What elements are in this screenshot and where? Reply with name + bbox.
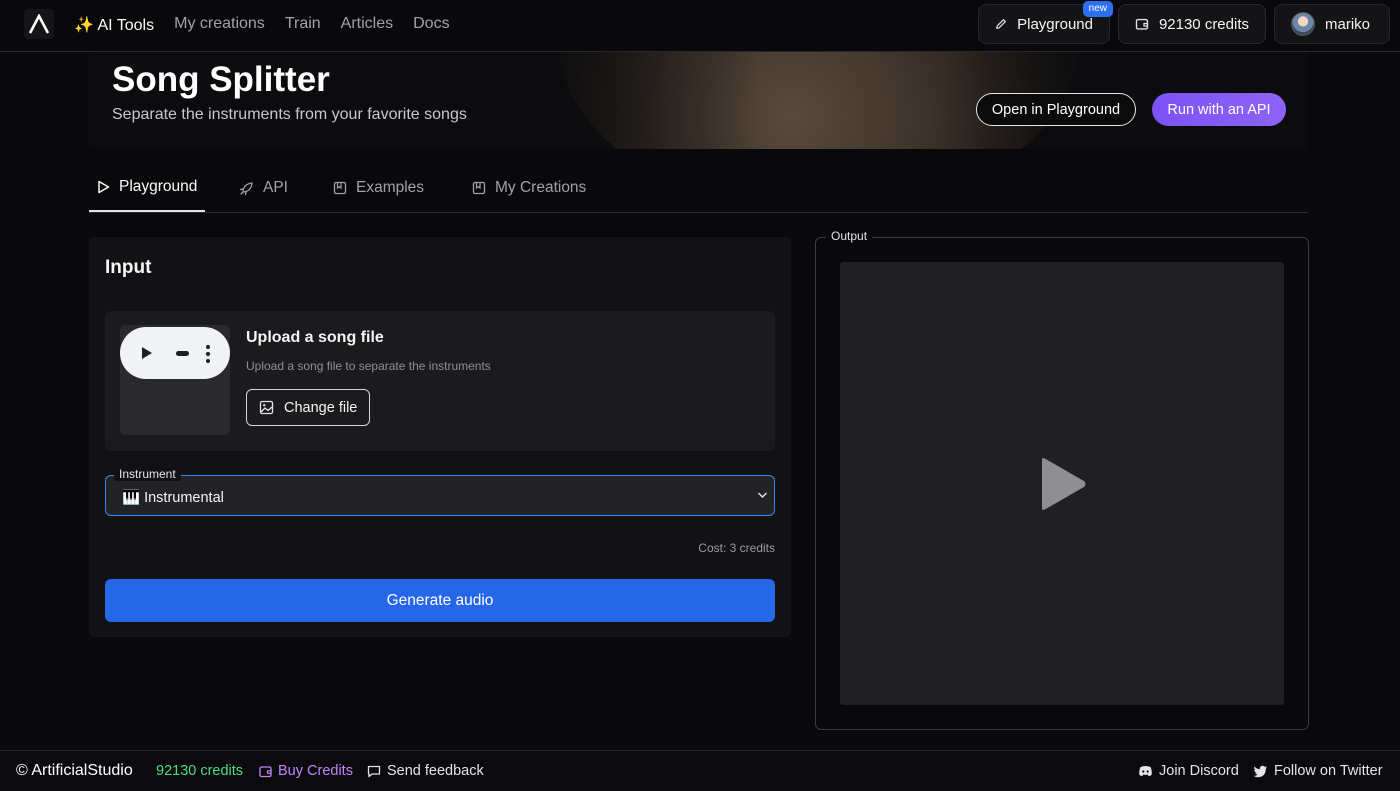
footer-credits: 92130 credits [156,763,244,779]
tab-api[interactable]: API [239,164,288,212]
nav-my-creations[interactable]: My creations [174,15,265,35]
nav-train[interactable]: Train [285,15,321,35]
wallet-icon [259,765,272,777]
new-badge: new [1082,1,1113,17]
nav-links: ✨ AI Tools My creations Train Articles D… [74,15,450,35]
volume-icon[interactable] [176,351,189,356]
upload-description: Upload a song file to separate the instr… [246,359,491,373]
open-in-playground-button[interactable]: Open in Playground [976,93,1136,126]
tab-playground-label: Playground [119,178,198,195]
more-options-icon[interactable] [206,345,210,363]
cost-label: Cost: 3 credits [698,541,775,555]
follow-twitter-label: Follow on Twitter [1274,763,1383,779]
output-panel: Output [815,229,1309,730]
credits-button[interactable]: 92130 credits [1118,4,1266,44]
tab-api-label: API [263,179,288,196]
audio-thumbnail [120,325,230,435]
send-feedback-label: Send feedback [387,763,484,779]
nav-ai-tools[interactable]: ✨ AI Tools [74,15,154,35]
play-outline-icon [98,180,110,194]
hero-banner: Song Splitter Separate the instruments f… [89,52,1308,149]
tab-playground[interactable]: Playground [89,164,206,212]
bookmark-icon [472,181,486,195]
output-preview [840,262,1284,705]
buy-credits-label: Buy Credits [278,763,353,779]
instrument-select[interactable]: Instrument 🎹 Instrumental [105,467,775,516]
page-subtitle: Separate the instruments from your favor… [112,106,467,123]
footer-brand: © ArtificialStudio [16,762,133,779]
rocket-icon [239,181,253,195]
top-nav: ✨ AI Tools My creations Train Articles D… [0,0,1400,52]
generate-audio-button[interactable]: Generate audio [105,579,775,622]
user-menu-button[interactable]: mariko [1274,4,1390,44]
wallet-icon [1135,18,1149,30]
chat-icon [367,765,381,777]
input-title: Input [105,257,152,278]
bookmark-icon [333,181,347,195]
logo-icon [28,14,50,34]
instrument-label: Instrument [114,467,181,481]
image-icon [259,400,274,415]
logo[interactable] [24,9,54,39]
tab-my-creations-label: My Creations [495,179,587,196]
input-panel: Input Upload a song file Upload a song f… [89,237,791,637]
upload-title: Upload a song file [246,329,384,346]
play-icon[interactable] [141,346,153,360]
playground-button[interactable]: Playground new [978,1,1113,44]
tab-examples-label: Examples [356,179,425,196]
nav-articles[interactable]: Articles [341,15,393,35]
instrument-value: 🎹 Instrumental [122,490,224,506]
send-feedback-link[interactable]: Send feedback [367,763,484,779]
footer: © ArtificialStudio 92130 credits Buy Cre… [0,750,1400,791]
credits-label: 92130 credits [1158,15,1249,33]
discord-icon [1139,766,1152,777]
follow-twitter-link[interactable]: Follow on Twitter [1253,763,1383,779]
tab-examples[interactable]: Examples [333,164,424,212]
user-name: mariko [1325,15,1371,33]
change-file-button[interactable]: Change file [246,389,370,426]
tab-bar: Playground API Examples My Creations [89,164,1308,213]
nav-docs[interactable]: Docs [413,15,449,35]
nav-actions: Playground new 92130 credits mariko [978,1,1390,44]
output-label: Output [826,229,873,243]
playground-label: Playground [1017,15,1093,33]
twitter-icon [1253,765,1267,777]
buy-credits-link[interactable]: Buy Credits [259,763,353,779]
join-discord-link[interactable]: Join Discord [1138,763,1239,779]
upload-box: Upload a song file Upload a song file to… [105,311,775,451]
audio-player [120,327,230,379]
chevron-down-icon [758,492,767,498]
pencil-icon [996,19,1006,29]
page-title: Song Splitter [112,60,330,99]
tab-my-creations[interactable]: My Creations [472,164,586,212]
join-discord-label: Join Discord [1159,763,1239,779]
avatar [1291,12,1315,36]
play-icon[interactable] [1038,456,1088,512]
run-with-api-button[interactable]: Run with an API [1152,93,1286,126]
change-file-label: Change file [284,399,358,416]
